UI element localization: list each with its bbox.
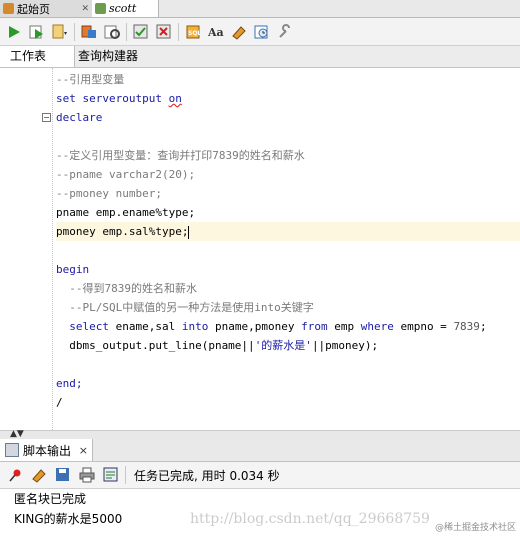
code-line: begin <box>56 263 90 276</box>
unshared-worksheet-icon: SQL <box>186 25 201 38</box>
eraser-icon <box>32 469 46 483</box>
start-page-icon <box>3 3 14 14</box>
sql-history-button[interactable] <box>253 23 271 41</box>
sql-editor[interactable]: − --引用型变量 set serveroutput on declare --… <box>0 68 520 430</box>
run-statement-button[interactable] <box>5 23 23 41</box>
code-line: dbms_output.put_line(pname||'的薪水是'||pmon… <box>56 339 379 352</box>
tab-scott[interactable]: scott <box>92 0 159 17</box>
tab-query-builder[interactable]: 查询构建器 <box>72 46 144 67</box>
tab-script-output-label: 脚本输出 <box>23 443 72 458</box>
output-file-icon <box>103 467 118 482</box>
editor-gutter: − <box>0 68 53 430</box>
toolbar-separator <box>126 22 127 41</box>
text-caret <box>188 225 190 239</box>
rollback-icon <box>156 24 171 38</box>
database-connection-icon <box>95 3 106 14</box>
panel-splitter[interactable]: ▲▼ <box>0 429 520 439</box>
svg-text:Aa: Aa <box>208 26 224 39</box>
clear-output-button[interactable] <box>30 466 48 484</box>
tab-script-output[interactable]: 脚本输出 × <box>0 439 93 461</box>
save-output-button[interactable] <box>54 466 72 484</box>
svg-text:SQL: SQL <box>188 30 201 37</box>
rollback-button[interactable] <box>155 23 173 41</box>
code-line: select ename,sal into pname,pmoney from … <box>69 320 487 333</box>
tab-start-page[interactable]: 起始页 ✕ <box>0 0 93 17</box>
script-output-body[interactable]: 匿名块已完成 KING的薪水是5000 http://blog.csdn.net… <box>0 489 520 537</box>
code-line: --引用型变量 <box>56 73 125 86</box>
splitter-arrows-icon[interactable]: ▲▼ <box>10 429 24 439</box>
code-line: --pmoney number; <box>56 187 162 200</box>
run-script-icon <box>29 25 43 39</box>
eraser-icon <box>232 25 246 40</box>
history-icon <box>254 25 268 38</box>
tuning-wrench-icon <box>279 23 290 38</box>
watermark-text-2: @稀土掘金技术社区 <box>434 523 516 533</box>
toolbar-separator <box>125 466 126 484</box>
to-upper-lower-button[interactable]: Aa <box>207 23 225 41</box>
output-line: 匿名块已完成 <box>14 492 87 506</box>
toolbar-separator <box>74 22 75 41</box>
run-script-button[interactable] <box>28 23 46 41</box>
code-line: / <box>56 396 63 409</box>
editor-toolbar: SQL Aa <box>0 18 520 46</box>
code-line: --PL/SQL中赋值的另一种方法是使用into关键字 <box>56 301 314 314</box>
toolbar-separator <box>178 22 179 41</box>
autotrace-icon <box>104 25 120 39</box>
close-icon[interactable]: ✕ <box>81 4 89 14</box>
pin-button[interactable] <box>6 466 24 484</box>
explain-plan-icon <box>81 25 96 38</box>
tab-worksheet[interactable]: 工作表 <box>0 46 75 67</box>
output-toolbar: 任务已完成, 用时 0.034 秒 <box>0 462 520 489</box>
close-icon[interactable]: × <box>79 444 88 457</box>
output-tabs: 脚本输出 × <box>0 439 520 462</box>
code-line-current: pmoney emp.sal%type; <box>56 222 520 241</box>
status-text: 任务已完成, 用时 0.034 秒 <box>134 468 280 483</box>
code-line: --pname varchar2(20); <box>56 168 196 181</box>
tab-start-page-label: 起始页 <box>17 2 50 16</box>
code-line: declare <box>56 111 103 124</box>
commit-button[interactable] <box>132 23 150 41</box>
unshared-sql-button[interactable]: SQL <box>184 23 202 41</box>
pin-icon <box>9 469 21 482</box>
code-line: --得到7839的姓名和薪水 <box>56 282 197 295</box>
code-line: set serveroutput on <box>56 92 182 105</box>
commit-icon <box>133 24 148 38</box>
tab-scott-label: scott <box>109 2 137 15</box>
print-output-button[interactable] <box>78 466 96 484</box>
commit-dropdown-button[interactable] <box>51 23 69 41</box>
clear-button[interactable] <box>230 23 248 41</box>
run-icon <box>9 25 20 38</box>
font-case-icon: Aa <box>208 26 224 39</box>
worksheet-subtabs: 工作表 查询构建器 <box>0 46 520 68</box>
fold-collapse-icon[interactable]: − <box>42 113 51 122</box>
document-tabs: 起始页 ✕ scott <box>0 0 520 18</box>
open-output-button[interactable] <box>102 466 120 484</box>
code-line: pname emp.ename%type; <box>56 206 196 219</box>
code-line: --定义引用型变量：查询并打印7839的姓名和薪水 <box>56 149 305 162</box>
explain-plan-button[interactable] <box>80 23 98 41</box>
sql-tuning-advisor-button[interactable] <box>276 23 294 41</box>
watermark-text: http://blog.csdn.net/qq_29668759 <box>190 511 430 527</box>
save-icon <box>56 468 69 481</box>
script-output-icon <box>5 443 19 457</box>
code-line: end; <box>56 377 83 390</box>
print-icon <box>79 467 95 483</box>
script-icon <box>52 24 67 38</box>
autotrace-button[interactable] <box>103 23 121 41</box>
code-area[interactable]: --引用型变量 set serveroutput on declare --定义… <box>56 70 520 412</box>
